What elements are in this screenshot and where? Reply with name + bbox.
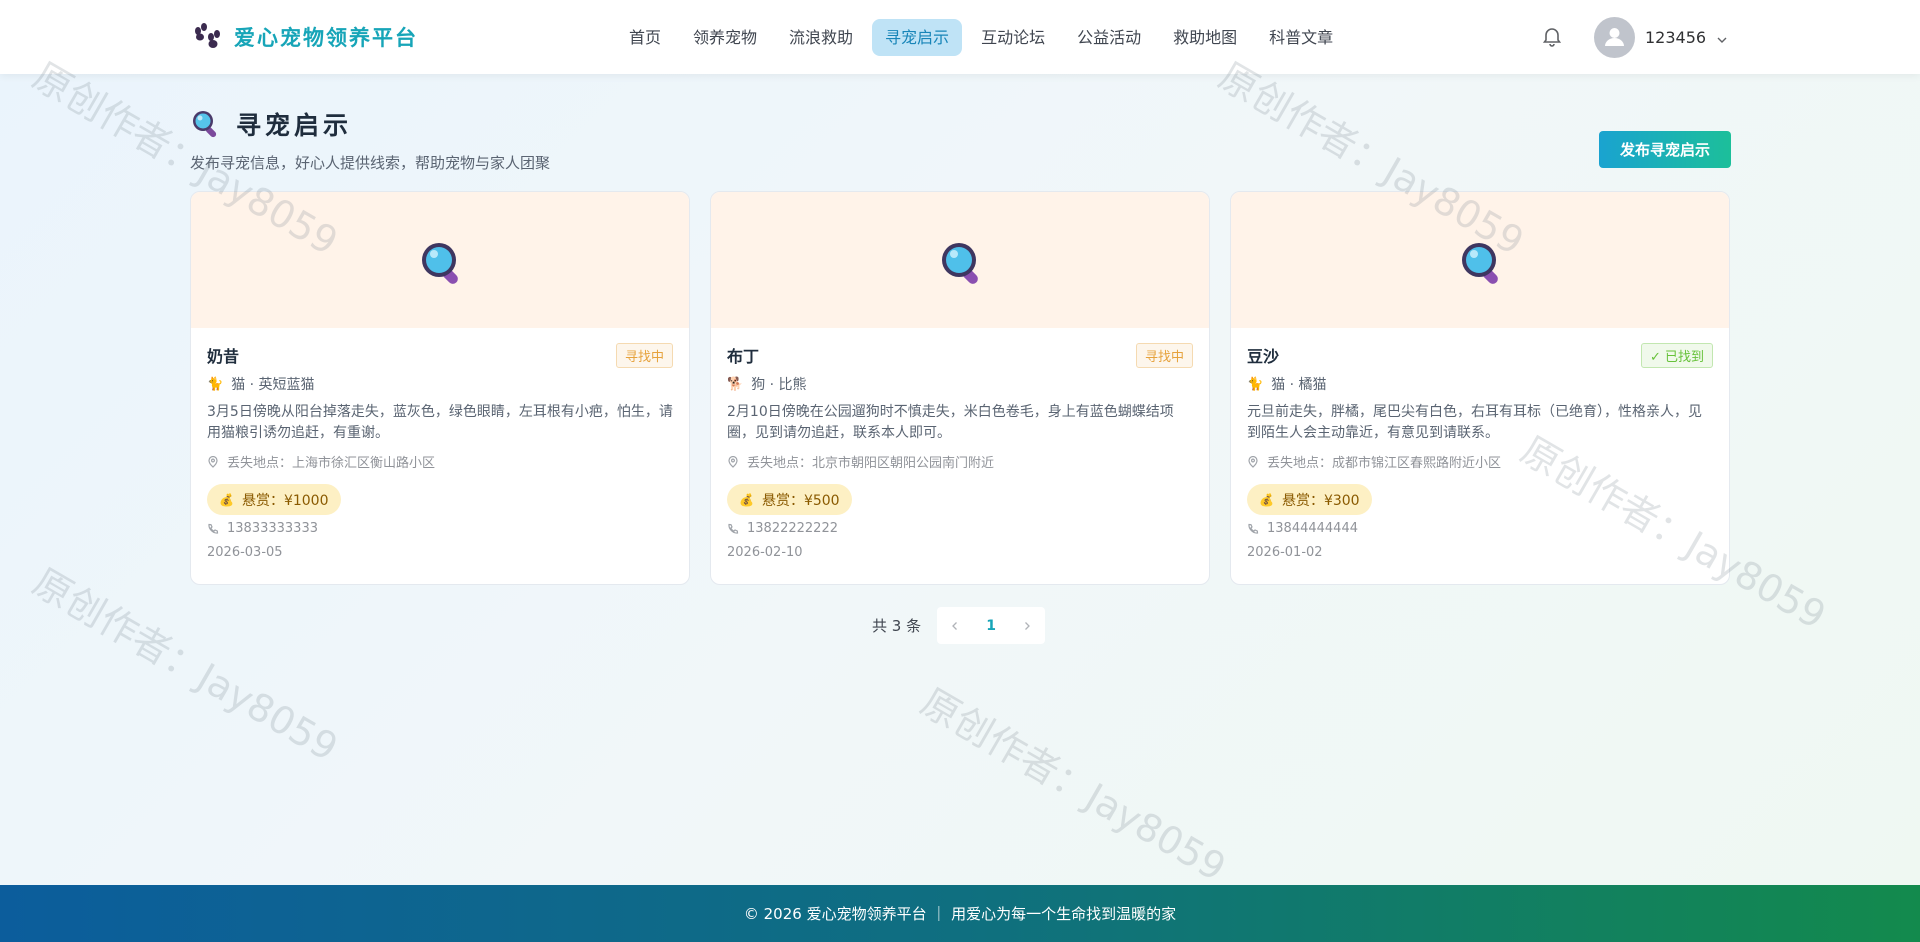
post-date: 2026-02-10	[727, 545, 803, 560]
card-banner	[711, 192, 1209, 328]
pagination: 共 3 条 1	[872, 607, 1046, 644]
total-count: 共 3 条	[872, 617, 922, 635]
page-footer: © 2026 爱心宠物领养平台 ｜ 用爱心为每一个生命找到温暖的家	[0, 885, 1920, 942]
lost-location: 丢失地点：上海市徐汇区衡山路小区	[227, 456, 436, 471]
pet-species: 猫 · 英短蓝猫	[231, 377, 315, 393]
status-badge: 寻找中	[615, 342, 673, 368]
footer-text: © 2026 爱心宠物领养平台 ｜ 用爱心为每一个生命找到温暖的家	[743, 905, 1177, 923]
nav-home[interactable]: 首页	[616, 19, 674, 56]
contact-phone: 13822222222	[747, 521, 838, 536]
contact-phone: 13844444444	[1267, 521, 1358, 536]
chevron-right-icon	[1025, 621, 1031, 630]
pet-name: 奶昔	[207, 347, 240, 366]
magnifier-icon	[190, 108, 222, 140]
page-subtitle: 发布寻宠信息，好心人提供线索，帮助宠物与家人团聚	[190, 154, 551, 172]
phone-icon	[1248, 523, 1259, 534]
contact-phone: 13833333333	[227, 521, 318, 536]
lost-pet-card[interactable]: 布丁 寻找中 🐕 狗 · 比熊 2月10日傍晚在公园遛狗时不慎走失，米白色卷毛，…	[710, 191, 1210, 585]
brand-name: 爱心宠物领养平台	[234, 25, 418, 50]
bell-icon[interactable]	[1540, 24, 1564, 48]
nav-stray-rescue[interactable]: 流浪救助	[776, 19, 866, 56]
chevron-down-icon[interactable]	[1716, 31, 1728, 43]
pet-species: 狗 · 比熊	[751, 377, 807, 393]
post-date: 2026-01-02	[1247, 545, 1323, 560]
pet-name: 豆沙	[1247, 347, 1280, 366]
main-nav: 首页 领养宠物 流浪救助 寻宠启示 互动论坛 公益活动 救助地图 科普文章	[616, 19, 1346, 56]
page-number-button[interactable]: 1	[973, 607, 1009, 644]
magnifier-icon	[942, 243, 978, 284]
username: 123456	[1645, 27, 1707, 47]
card-banner	[191, 192, 689, 328]
reward-amount: 悬赏：¥300	[1281, 492, 1360, 509]
brand-logo[interactable]: 爱心宠物领养平台	[192, 22, 418, 52]
nav-rescue-map[interactable]: 救助地图	[1160, 19, 1250, 56]
post-date: 2026-03-05	[207, 545, 283, 560]
card-banner	[1231, 192, 1729, 328]
phone-icon	[728, 523, 739, 534]
dog-icon: 🐕	[727, 376, 744, 392]
location-pin-icon	[1248, 455, 1258, 468]
magnifier-icon	[422, 243, 458, 284]
nav-lost-pets[interactable]: 寻宠启示	[872, 19, 963, 56]
page-title: 寻宠启示	[236, 111, 353, 140]
lost-location: 丢失地点：北京市朝阳区朝阳公园南门附近	[747, 456, 995, 471]
reward-tag: 💰 悬赏：¥500	[727, 484, 852, 515]
user-icon	[1605, 27, 1624, 46]
status-badge: 寻找中	[1135, 342, 1193, 368]
nav-forum[interactable]: 互动论坛	[968, 19, 1058, 56]
money-bag-icon: 💰	[1259, 492, 1274, 507]
status-badge: ✓ 已找到	[1640, 342, 1713, 368]
prev-page-button[interactable]	[937, 607, 973, 644]
chevron-left-icon	[952, 621, 958, 630]
phone-icon	[208, 523, 219, 534]
cat-icon: 🐈	[1247, 376, 1264, 392]
top-header: 爱心宠物领养平台 首页 领养宠物 流浪救助 寻宠启示 互动论坛 公益活动 救助地…	[0, 0, 1920, 74]
reward-amount: 悬赏：¥1000	[241, 492, 329, 509]
pet-description: 3月5日傍晚从阳台掉落走失，蓝灰色，绿色眼睛，左耳根有小疤，怕生，请用猫粮引诱勿…	[207, 404, 673, 441]
pet-species: 猫 · 橘猫	[1271, 377, 1327, 393]
avatar[interactable]	[1594, 16, 1635, 58]
lost-location: 丢失地点：成都市锦江区春熙路附近小区	[1267, 456, 1502, 471]
nav-articles[interactable]: 科普文章	[1256, 19, 1346, 56]
next-page-button[interactable]	[1009, 607, 1045, 644]
lost-pet-card-list: 奶昔 寻找中 🐈 猫 · 英短蓝猫 3月5日傍晚从阳台掉落走失，蓝灰色，绿色眼睛…	[190, 191, 1730, 585]
lost-pet-card[interactable]: 豆沙 ✓ 已找到 🐈 猫 · 橘猫 元旦前走失，胖橘，尾巴尖有白色，右耳有耳标（…	[1230, 191, 1730, 585]
pet-description: 元旦前走失，胖橘，尾巴尖有白色，右耳有耳标（已绝育），性格亲人，见到陌生人会主动…	[1247, 404, 1702, 441]
watermark: 原创作者：Jay8059	[913, 679, 1234, 890]
pet-description: 2月10日傍晚在公园遛狗时不慎走失，米白色卷毛，身上有蓝色蝴蝶结项圈，见到请勿追…	[727, 404, 1174, 441]
cat-icon: 🐈	[207, 376, 224, 392]
location-pin-icon	[208, 455, 218, 468]
reward-amount: 悬赏：¥500	[761, 492, 840, 509]
magnifier-icon	[1462, 243, 1498, 284]
money-bag-icon: 💰	[739, 492, 754, 507]
location-pin-icon	[728, 455, 738, 468]
nav-charity[interactable]: 公益活动	[1064, 19, 1154, 56]
page-heading: 寻宠启示 发布寻宠信息，好心人提供线索，帮助宠物与家人团聚	[190, 106, 550, 173]
lost-pet-card[interactable]: 奶昔 寻找中 🐈 猫 · 英短蓝猫 3月5日傍晚从阳台掉落走失，蓝灰色，绿色眼睛…	[190, 191, 690, 585]
nav-adopt[interactable]: 领养宠物	[680, 19, 770, 56]
reward-tag: 💰 悬赏：¥1000	[207, 484, 341, 515]
pet-name: 布丁	[727, 347, 760, 366]
publish-lost-pet-button[interactable]: 发布寻宠启示	[1599, 131, 1731, 168]
money-bag-icon: 💰	[219, 492, 234, 507]
user-menu[interactable]: 123456	[1594, 16, 1728, 58]
reward-tag: 💰 悬赏：¥300	[1247, 484, 1372, 515]
paw-icon	[192, 22, 224, 52]
